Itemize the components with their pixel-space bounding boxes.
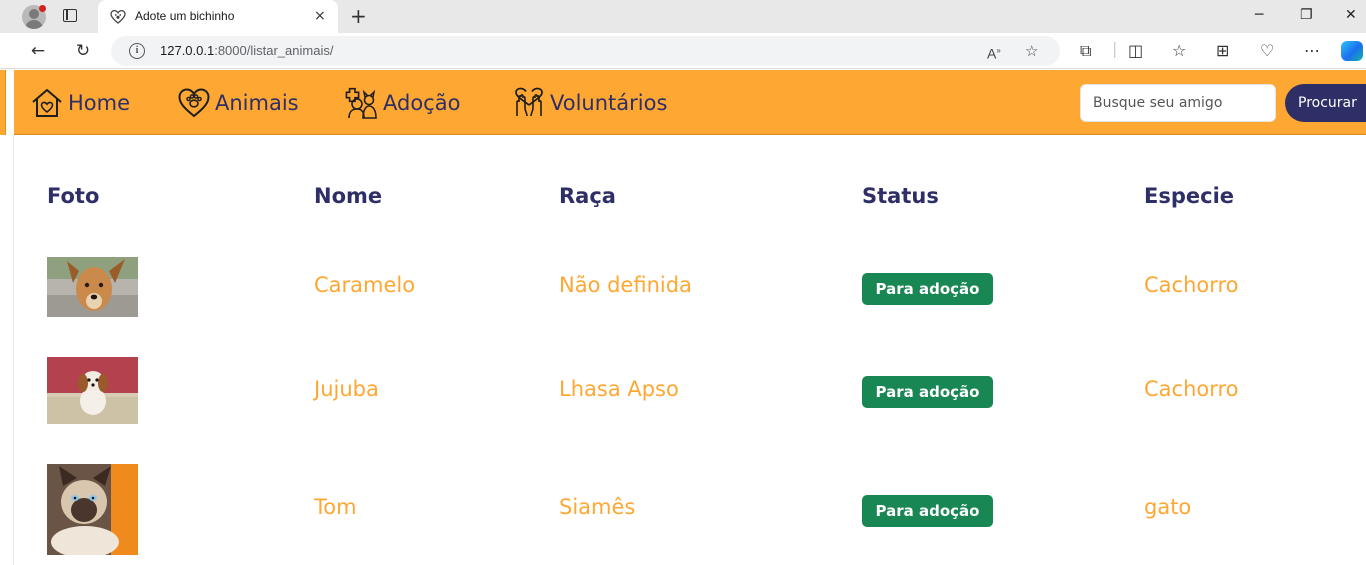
row2-especie: Cachorro	[1144, 377, 1239, 401]
tab-actions-icon[interactable]	[60, 7, 80, 25]
site-navbar: Home Animais Adoção Voluntários Busque s…	[14, 70, 1366, 135]
new-tab-icon[interactable]: +	[350, 5, 367, 27]
nav-animais-label: Animais	[215, 91, 299, 115]
nav-animais[interactable]: Animais	[177, 87, 299, 119]
tab-close-icon[interactable]: ×	[314, 8, 326, 24]
minimize-icon[interactable]: ─	[1255, 6, 1263, 24]
address-bar[interactable]: i 127.0.0.1:8000/listar_animais/ A» ☆	[111, 36, 1060, 66]
copilot-icon[interactable]	[1341, 41, 1363, 61]
nav-adocao[interactable]: Adoção	[345, 87, 460, 119]
row2-nome: Jujuba	[314, 377, 379, 401]
collections-icon[interactable]: ⊞	[1216, 42, 1229, 60]
toolbar-divider: |	[1112, 39, 1118, 58]
extensions-icon[interactable]: ⧉	[1080, 42, 1091, 60]
house-icon	[32, 89, 62, 117]
refresh-icon[interactable]: ↻	[72, 41, 94, 61]
nav-voluntarios[interactable]: Voluntários	[512, 87, 667, 119]
row3-status-badge: Para adoção	[862, 495, 993, 527]
header-foto: Foto	[47, 184, 100, 208]
header-especie: Especie	[1144, 184, 1235, 208]
read-aloud-icon[interactable]: A»	[987, 42, 1001, 63]
dog-photo	[47, 257, 138, 317]
page-content: Home Animais Adoção Voluntários Busque s…	[0, 70, 1366, 565]
nav-home-label: Home	[68, 91, 131, 115]
row1-raca: Não definida	[559, 273, 692, 297]
window-close-icon[interactable]: ✕	[1345, 6, 1357, 24]
browser-toolbar: ← ↻ i 127.0.0.1:8000/listar_animais/ A» …	[0, 33, 1366, 69]
favorite-star-icon[interactable]: ☆	[1025, 42, 1038, 60]
nav-adocao-label: Adoção	[383, 91, 461, 115]
heart-paw-favicon-icon	[110, 9, 126, 24]
profile-notification-dot	[39, 5, 46, 12]
back-icon[interactable]: ←	[27, 41, 49, 61]
search-input[interactable]	[1080, 84, 1276, 122]
header-raca: Raça	[559, 184, 616, 208]
row1-especie: Cachorro	[1144, 273, 1239, 297]
helping-hands-icon	[515, 87, 543, 117]
heart-paw-icon	[178, 88, 210, 118]
restore-icon[interactable]: ❐	[1300, 6, 1313, 24]
row3-raca: Siamês	[559, 495, 636, 519]
tab-title: Adote um bichinho	[135, 9, 235, 23]
header-nome: Nome	[314, 184, 383, 208]
search-button[interactable]: Procurar	[1285, 84, 1366, 122]
row1-nome: Caramelo	[314, 273, 416, 297]
more-menu-icon[interactable]: ⋯	[1304, 42, 1320, 60]
browser-tabstrip: Adote um bichinho × + ─ ❐ ✕	[0, 0, 1366, 33]
favorites-icon[interactable]: ☆	[1172, 42, 1186, 60]
cat-photo	[47, 464, 138, 555]
row2-status-badge: Para adoção	[862, 376, 993, 408]
pets-adoption-icon	[345, 87, 377, 119]
url-text[interactable]: 127.0.0.1:8000/listar_animais/	[160, 43, 333, 58]
row2-raca: Lhasa Apso	[559, 377, 679, 401]
browser-essentials-icon[interactable]: ♡	[1260, 42, 1274, 60]
row3-especie: gato	[1144, 495, 1192, 519]
nav-home[interactable]: Home	[30, 87, 130, 119]
page-left-rail	[0, 70, 6, 135]
site-info-icon[interactable]: i	[129, 43, 145, 59]
split-screen-icon[interactable]: ◫	[1128, 42, 1143, 60]
row1-status-badge: Para adoção	[862, 273, 993, 305]
row3-nome: Tom	[314, 495, 357, 519]
nav-voluntarios-label: Voluntários	[550, 91, 668, 115]
header-status: Status	[862, 184, 939, 208]
page-left-border	[13, 135, 14, 565]
active-tab[interactable]: Adote um bichinho ×	[98, 0, 338, 33]
puppy-photo	[47, 357, 138, 424]
